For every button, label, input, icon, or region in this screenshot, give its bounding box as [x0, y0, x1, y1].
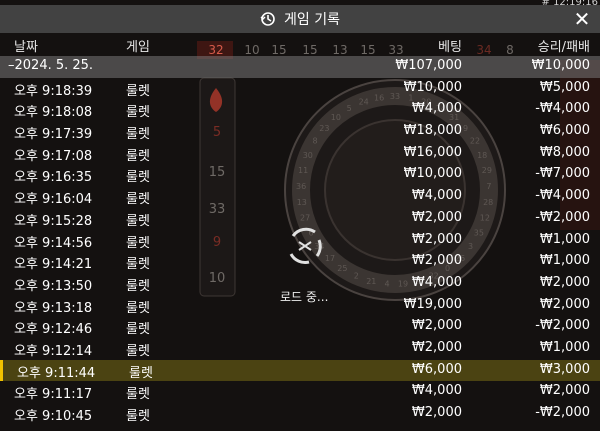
row-date: 오후 9:13:50: [14, 278, 93, 294]
table-row[interactable]: 오후 9:18:08 룰렛 ₩4,000 -₩4,000: [0, 99, 600, 121]
row-game: 룰렛: [126, 257, 150, 273]
summary-bet: ₩107,000: [395, 58, 462, 73]
row-bet: ₩6,000: [411, 361, 462, 377]
row-game: 룰렛: [126, 213, 150, 229]
row-win: -₩4,000: [535, 188, 590, 204]
row-win: ₩1,000: [539, 231, 590, 247]
row-date: 오후 9:12:14: [14, 343, 93, 359]
row-date: 오후 9:12:46: [14, 322, 93, 338]
table-row[interactable]: 오후 9:18:39 룰렛 ₩10,000 ₩5,000: [0, 78, 600, 100]
row-bet: ₩18,000: [403, 123, 462, 139]
summary-win: ₩10,000: [531, 58, 590, 73]
title-bar: 게임 기록 ✕: [0, 5, 600, 33]
row-game: 룰렛: [126, 83, 150, 99]
row-date: 오후 9:16:04: [14, 192, 93, 208]
row-bet: ₩4,000: [411, 101, 462, 117]
row-date: 오후 9:17:39: [14, 127, 93, 143]
table-row[interactable]: 오후 9:15:28 룰렛 ₩2,000 -₩2,000: [0, 208, 600, 230]
table-row[interactable]: 오후 9:10:45 룰렛 ₩2,000 -₩2,000: [0, 403, 600, 425]
row-win: -₩7,000: [535, 166, 590, 182]
row-game: 룰렛: [126, 300, 150, 316]
table-row[interactable]: 오후 9:11:17 룰렛 ₩4,000 ₩2,000: [0, 381, 600, 403]
table-row[interactable]: 오후 9:17:39 룰렛 ₩18,000 ₩6,000: [0, 121, 600, 143]
table-row[interactable]: 오후 9:14:56 룰렛 ₩2,000 ₩1,000: [0, 230, 600, 252]
row-win: -₩2,000: [535, 209, 590, 225]
row-win: -₩2,000: [535, 318, 590, 334]
column-header: 날짜 게임 베팅 승리/패배: [0, 33, 600, 55]
row-game: 룰렛: [129, 365, 153, 381]
table-row[interactable]: 오후 9:11:44 룰렛 ₩6,000 ₩3,000: [0, 359, 600, 382]
table-row[interactable]: 오후 9:16:35 룰렛 ₩10,000 -₩7,000: [0, 164, 600, 186]
title-group: 게임 기록: [260, 9, 340, 29]
row-date: 오후 9:14:21: [14, 257, 93, 273]
table-row[interactable]: 오후 9:14:21 룰렛 ₩2,000 ₩1,000: [0, 251, 600, 273]
row-game: 룰렛: [126, 127, 150, 143]
row-date: 오후 9:18:08: [14, 105, 93, 121]
row-bet: ₩10,000: [403, 79, 462, 95]
row-bet: ₩2,000: [411, 405, 462, 420]
row-game: 룰렛: [126, 192, 150, 208]
row-bet: ₩10,000: [403, 166, 462, 182]
row-date: 오후 9:17:08: [14, 148, 93, 164]
row-bet: ₩2,000: [411, 339, 462, 355]
table-row[interactable]: 오후 9:12:46 룰렛 ₩2,000 -₩2,000: [0, 316, 600, 338]
close-icon[interactable]: ✕: [572, 9, 592, 29]
row-bet: ₩4,000: [411, 188, 462, 204]
row-win: ₩1,000: [539, 339, 590, 355]
row-game: 룰렛: [126, 387, 150, 403]
row-win: ₩2,000: [539, 296, 590, 312]
row-win: ₩1,000: [539, 253, 590, 269]
row-win: ₩2,000: [539, 383, 590, 399]
loading-text: 로드 중...: [280, 290, 329, 304]
row-game: 룰렛: [126, 148, 150, 164]
row-date: 오후 9:14:56: [14, 235, 93, 251]
row-bet: ₩4,000: [411, 274, 462, 290]
row-win: ₩2,000: [539, 274, 590, 290]
row-game: 룰렛: [126, 409, 150, 424]
row-bet: ₩16,000: [403, 144, 462, 160]
row-date: 오후 9:13:18: [14, 300, 93, 316]
table-row[interactable]: 오후 9:16:04 룰렛 ₩4,000 -₩4,000: [0, 186, 600, 208]
row-bet: ₩4,000: [411, 383, 462, 399]
col-game: 게임: [126, 40, 150, 55]
table-row[interactable]: 오후 9:12:14 룰렛 ₩2,000 ₩1,000: [0, 338, 600, 360]
history-icon: [260, 12, 275, 26]
row-date: 오후 9:15:28: [14, 213, 93, 229]
row-bet: ₩2,000: [411, 231, 462, 247]
row-bet: ₩2,000: [411, 209, 462, 225]
summary-row[interactable]: –2024. 5. 25. ₩107,000 ₩10,000: [0, 56, 600, 78]
col-win: 승리/패배: [537, 40, 590, 55]
row-date: 오후 9:16:35: [14, 170, 93, 186]
row-bet: ₩2,000: [411, 253, 462, 269]
row-win: ₩8,000: [539, 144, 590, 160]
row-game: 룰렛: [126, 170, 150, 186]
row-game: 룰렛: [126, 105, 150, 121]
row-bet: ₩19,000: [403, 296, 462, 312]
row-game: 룰렛: [126, 343, 150, 359]
row-date: 오후 9:11:44: [17, 365, 96, 381]
row-date: 오후 9:11:17: [14, 387, 93, 403]
history-list: –2024. 5. 25. ₩107,000 ₩10,000 오후 9:18:3…: [0, 56, 600, 425]
table-row[interactable]: 오후 9:17:08 룰렛 ₩16,000 ₩8,000: [0, 143, 600, 165]
row-date: 오후 9:18:39: [14, 83, 93, 99]
row-win: -₩2,000: [535, 405, 590, 420]
row-bet: ₩2,000: [411, 318, 462, 334]
col-date: 날짜: [14, 40, 38, 55]
row-win: ₩3,000: [539, 361, 590, 377]
row-game: 룰렛: [126, 322, 150, 338]
row-date: 오후 9:10:45: [14, 409, 93, 424]
row-win: ₩5,000: [539, 79, 590, 95]
col-bet: 베팅: [438, 40, 462, 55]
summary-date: –2024. 5. 25.: [8, 58, 94, 73]
row-game: 룰렛: [126, 278, 150, 294]
row-game: 룰렛: [126, 235, 150, 251]
page-title: 게임 기록: [284, 12, 340, 28]
row-win: ₩6,000: [539, 123, 590, 139]
row-win: -₩4,000: [535, 101, 590, 117]
